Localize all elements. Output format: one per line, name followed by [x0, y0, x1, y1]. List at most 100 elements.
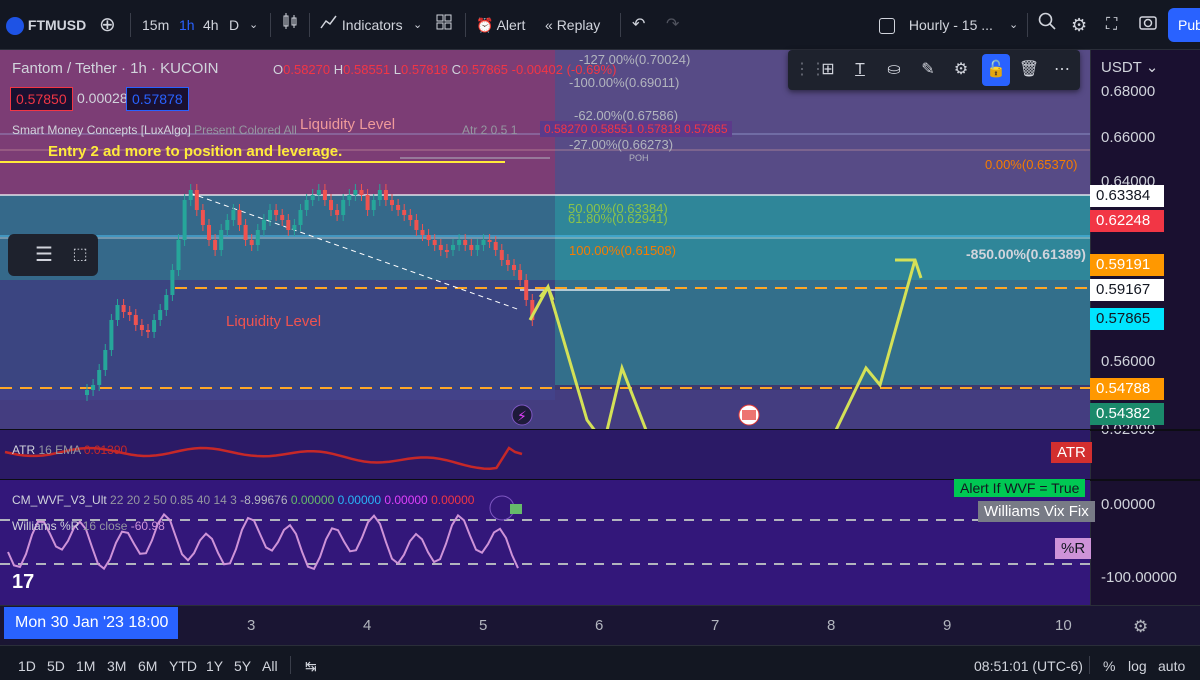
range-ytd[interactable]: YTD [169, 658, 197, 674]
log-toggle[interactable]: log [1128, 658, 1147, 674]
time-label: 4 [363, 617, 372, 634]
select-area-icon[interactable]: ⬚ [68, 243, 92, 267]
lock-icon[interactable]: 🔓 [982, 54, 1010, 86]
candle-body [243, 225, 248, 240]
price-tick: -100.00000 [1101, 569, 1177, 586]
candle-body [207, 225, 211, 240]
candle-body [420, 230, 425, 235]
drag-handle-icon[interactable]: ⋮⋮ [794, 58, 826, 82]
candle-body [414, 220, 419, 230]
symbol-title: Fantom / Tether · 1h · KUCOIN [12, 60, 219, 77]
time-label: 5 [479, 617, 488, 634]
settings-gear-icon[interactable]: ⚙ [1071, 12, 1087, 38]
candle-body [341, 200, 346, 215]
candle-body [365, 195, 370, 210]
interval-4h[interactable]: 4h [203, 12, 219, 38]
candle-body [298, 210, 303, 225]
candle-body [127, 312, 132, 315]
range-1m[interactable]: 1M [76, 658, 95, 674]
smc-name: Smart Money Concepts [LuxAlgo] [12, 123, 191, 137]
range-5d[interactable]: 5D [47, 658, 65, 674]
candle-body [249, 240, 254, 245]
range-6m[interactable]: 6M [138, 658, 157, 674]
wvf-value: 0.00000 [290, 493, 335, 507]
compare-symbol-icon[interactable]: ⊕ [99, 12, 116, 38]
atr-pane[interactable] [0, 430, 1090, 480]
range-all[interactable]: All [262, 658, 278, 674]
undo-icon[interactable]: ↶ [632, 12, 645, 38]
candle-body [377, 190, 382, 200]
layout-selector[interactable]: Hourly - 15 ... [879, 12, 993, 38]
trash-icon[interactable]: 🗑 [1017, 58, 1041, 82]
currency-label[interactable]: USDT ⌄ [1101, 58, 1158, 76]
indicators-dropdown-icon[interactable]: ⌄ [413, 12, 422, 38]
candle-body [481, 240, 486, 245]
candle-body [164, 295, 169, 310]
fullscreen-icon[interactable]: ⛶ [1106, 12, 1117, 38]
fib-level-label: -127.00%(0.70024) [579, 52, 691, 67]
symbol-search[interactable]: FTMUSD [6, 12, 86, 38]
candle-body [292, 225, 297, 230]
interval-d[interactable]: D [229, 12, 239, 38]
replay-button[interactable]: « Replay [545, 12, 600, 38]
fib-sum-label: -850.00%(0.61389) [966, 246, 1086, 262]
publish-button[interactable]: Pub [1168, 8, 1200, 42]
search-icon[interactable] [1038, 12, 1056, 38]
price-label: 0.57865 [1090, 308, 1164, 330]
price-tick: 0.66000 [1101, 129, 1156, 146]
close-label: C [451, 62, 462, 77]
auto-toggle[interactable]: auto [1158, 658, 1185, 674]
candle-body [176, 240, 181, 270]
interval-1h[interactable]: 1h [179, 12, 195, 38]
bid-price-box[interactable]: 0.57850 [10, 87, 73, 111]
williams-r-legend[interactable]: Williams %R 16 close -60.98 [12, 519, 165, 533]
candle-body [383, 190, 388, 200]
fib-level-label: 0.00%(0.65370) [985, 157, 1078, 172]
ask-price-box[interactable]: 0.57878 [126, 87, 189, 111]
candle-body [438, 245, 443, 250]
time-label: 7 [711, 617, 720, 634]
axis-settings-gear-icon[interactable]: ⚙ [1133, 617, 1148, 637]
candle-body [133, 315, 138, 325]
list-icon[interactable]: ☰ [32, 243, 56, 267]
text-tool-icon[interactable]: T [848, 58, 872, 82]
candle-body [524, 280, 529, 300]
liquidity-level-top: Liquidity Level [300, 116, 396, 133]
candle-body [219, 230, 224, 250]
discount-zone [0, 280, 555, 400]
layout-dropdown-icon[interactable]: ⌄ [1009, 12, 1018, 38]
range-1d[interactable]: 1D [18, 658, 36, 674]
more-options-icon[interactable]: ⋯ [1050, 58, 1074, 82]
indicators-icon [320, 15, 342, 33]
tradingview-logo-icon[interactable]: 17 [12, 571, 34, 594]
time-axis[interactable]: 3 4 5 6 7 8 9 10 ⚙ [0, 605, 1200, 645]
range-1y[interactable]: 1Y [206, 658, 223, 674]
redo-icon[interactable]: ↷ [666, 12, 679, 38]
settings-icon[interactable]: ⚙ [949, 58, 973, 82]
atr-name: ATR [12, 443, 36, 457]
range-5y[interactable]: 5Y [234, 658, 251, 674]
camera-icon[interactable] [1139, 12, 1157, 38]
candle-body [139, 325, 144, 330]
chart-type-icon[interactable] [281, 12, 299, 38]
indicators-button[interactable]: Indicators [320, 12, 403, 38]
line-color-icon[interactable]: ✎ [916, 58, 940, 82]
smc-indicator-legend[interactable]: Smart Money Concepts [LuxAlgo] Present C… [12, 123, 297, 137]
clock-label[interactable]: 08:51:01 (UTC-6) [974, 658, 1083, 674]
templates-icon[interactable] [436, 12, 452, 38]
fill-bucket-icon[interactable]: ⛀ [882, 58, 906, 82]
percent-toggle[interactable]: % [1103, 658, 1115, 674]
alert-button[interactable]: ⏰ Alert [476, 12, 525, 38]
interval-15m[interactable]: 15m [142, 12, 169, 38]
fib-level-label: -100.00%(0.69011) [569, 75, 680, 90]
atr-legend[interactable]: ATR 16 EMA 0.01390 [12, 443, 127, 457]
fib-level-label: 100.00%(0.61508) [569, 243, 676, 258]
wr-name: Williams %R [12, 519, 80, 533]
goto-date-icon[interactable]: ↹ [305, 658, 317, 675]
add-template-icon[interactable]: ⊞ [816, 58, 840, 82]
interval-dropdown-icon[interactable]: ⌄ [249, 12, 258, 38]
range-3m[interactable]: 3M [107, 658, 126, 674]
candle-body [274, 210, 279, 215]
wvf-legend[interactable]: CM_WVF_V3_Ult 22 20 2 50 0.85 40 14 3 -8… [12, 493, 474, 507]
wvf-value: 0.00000 [431, 493, 475, 507]
